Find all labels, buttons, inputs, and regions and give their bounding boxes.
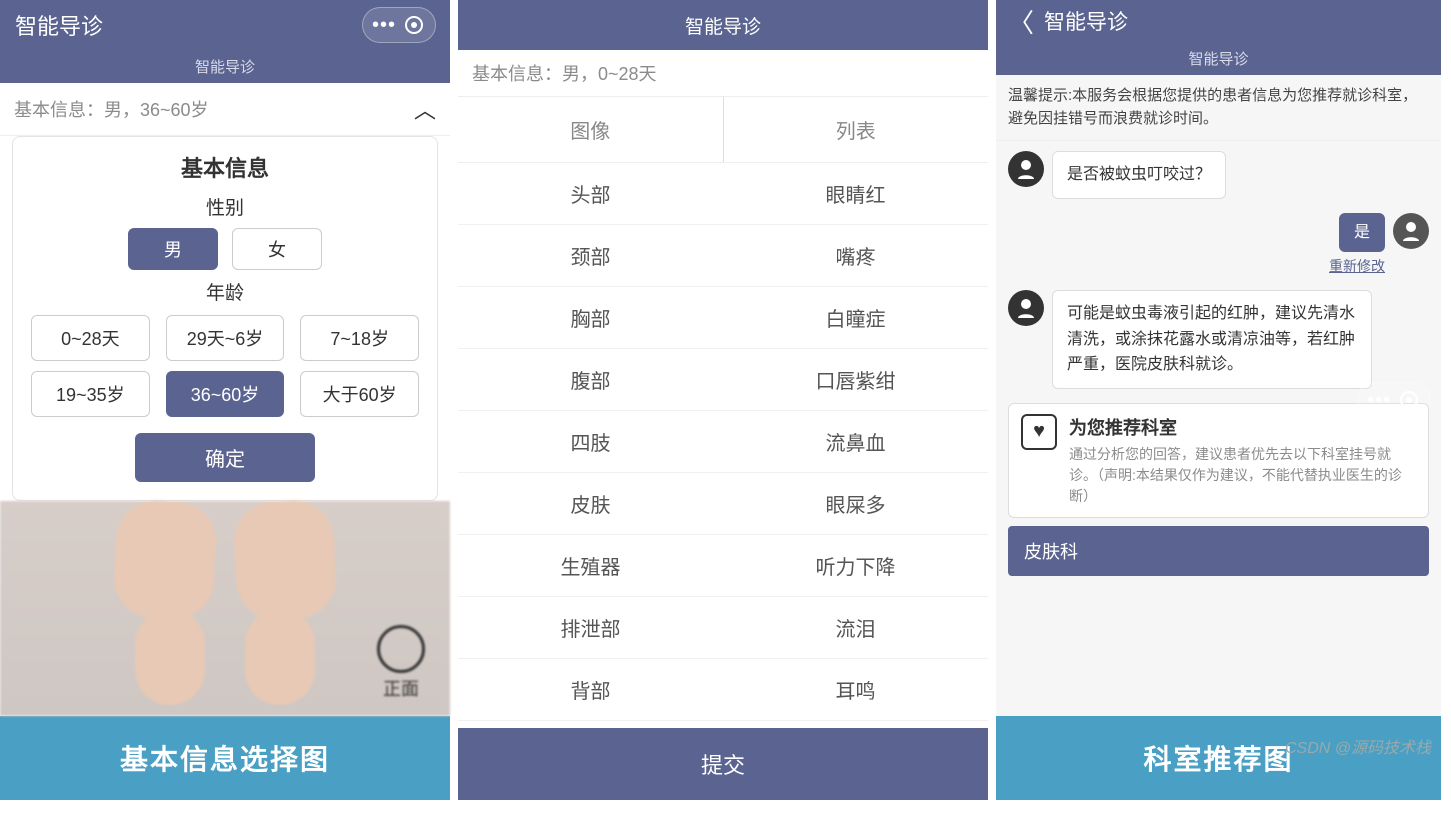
- basic-info-card: 基本信息 性别 男 女 年龄 0~28天 29天~6岁 7~18岁 19~35岁…: [12, 136, 438, 501]
- symptom-item[interactable]: 白瞳症: [723, 287, 988, 349]
- bot-avatar-icon: [1008, 290, 1044, 326]
- recommendation-card: ♥ 为您推荐科室 通过分析您的回答，建议患者优先去以下科室挂号就诊。（声明:本结…: [1008, 403, 1429, 518]
- body-part-item[interactable]: 胸部: [458, 287, 723, 349]
- card-title: 基本信息: [31, 151, 419, 183]
- symptom-item[interactable]: 眼睛红: [723, 163, 988, 225]
- age-option[interactable]: 19~35岁: [31, 371, 150, 417]
- info-bar[interactable]: 基本信息：男，36~60岁 ︿: [0, 83, 450, 136]
- bot-message: 可能是蚊虫毒液引起的红肿，建议先清水清洗，或涂抹花露水或清凉油等，若红肿严重，医…: [1052, 290, 1372, 389]
- page-title: 智能导诊: [458, 12, 988, 39]
- user-avatar-icon: [1393, 213, 1429, 249]
- recommendation-desc: 通过分析您的回答，建议患者优先去以下科室挂号就诊。（声明:本结果仅作为建议，不能…: [1069, 444, 1416, 507]
- body-part-item[interactable]: 腹部: [458, 349, 723, 411]
- watermark: CSDN @源码技术栈: [1285, 734, 1431, 758]
- submit-button[interactable]: 提交: [458, 728, 988, 800]
- body-part-item[interactable]: 四肢: [458, 411, 723, 473]
- chevron-up-icon: ︿: [414, 93, 436, 125]
- footer-caption: 科室推荐图: [996, 716, 1441, 800]
- symptom-item[interactable]: 耳鸣: [723, 659, 988, 721]
- back-icon[interactable]: 〈: [1008, 3, 1034, 40]
- page-title: 智能导诊: [15, 9, 103, 41]
- body-part-item[interactable]: 生殖器: [458, 535, 723, 597]
- target-icon[interactable]: [1394, 387, 1424, 413]
- tab-image[interactable]: 图像: [458, 97, 724, 162]
- info-bar-text: 基本信息：男，0~28天: [472, 60, 657, 86]
- body-part-item[interactable]: 排泄部: [458, 597, 723, 659]
- symptom-item[interactable]: 口唇紫绀: [723, 349, 988, 411]
- subheader: 智能导诊: [0, 50, 450, 83]
- age-option[interactable]: 29天~6岁: [166, 315, 285, 361]
- department-button[interactable]: 皮肤科: [1008, 526, 1429, 576]
- header: 智能导诊: [458, 0, 988, 50]
- body-part-item[interactable]: 耳眼口鼻: [458, 721, 723, 728]
- more-icon[interactable]: •••: [1364, 387, 1394, 413]
- user-message: 是: [1339, 213, 1385, 253]
- chat-area: 是否被蚊虫叮咬过？ 是 重新修改 可能是蚊虫毒液引起的红肿，建议先清水清洗，或涂…: [996, 141, 1441, 716]
- info-bar-text: 基本信息：男，36~60岁: [14, 96, 209, 122]
- symptom-item[interactable]: 流鼻血: [723, 411, 988, 473]
- age-option[interactable]: 0~28天: [31, 315, 150, 361]
- tab-list[interactable]: 列表: [724, 97, 989, 162]
- age-option[interactable]: 36~60岁: [166, 371, 285, 417]
- age-label: 年龄: [31, 278, 419, 305]
- footer-caption: 基本信息选择图: [0, 716, 450, 800]
- age-option[interactable]: 大于60岁: [300, 371, 419, 417]
- body-part-item[interactable]: 背部: [458, 659, 723, 721]
- page-title: 智能导诊: [1044, 6, 1128, 36]
- symptom-item[interactable]: 嘴疼: [723, 225, 988, 287]
- view-tabs: 图像 列表: [458, 97, 988, 163]
- gender-male[interactable]: 男: [128, 228, 218, 270]
- symptom-list[interactable]: 眼睛红嘴疼白瞳症口唇紫绀流鼻血眼屎多听力下降流泪耳鸣口臭耳痛: [723, 163, 988, 728]
- gender-label: 性别: [31, 193, 419, 220]
- body-part-item[interactable]: 皮肤: [458, 473, 723, 535]
- rotate-button[interactable]: 正面: [377, 625, 425, 701]
- tip-text: 温馨提示:本服务会根据您提供的患者信息为您推荐就诊科室，避免因挂错号而浪费就诊时…: [996, 75, 1441, 141]
- body-image[interactable]: 正面: [0, 501, 450, 716]
- bot-message: 是否被蚊虫叮咬过？: [1052, 151, 1226, 199]
- body-part-item[interactable]: 头部: [458, 163, 723, 225]
- body-part-list[interactable]: 头部颈部胸部腹部四肢皮肤生殖器排泄部背部耳眼口鼻上肢: [458, 163, 723, 728]
- more-icon[interactable]: •••: [369, 12, 399, 38]
- symptom-item[interactable]: 口臭: [723, 721, 988, 728]
- symptom-item[interactable]: 眼屎多: [723, 473, 988, 535]
- age-option[interactable]: 7~18岁: [300, 315, 419, 361]
- recommendation-title: 为您推荐科室: [1069, 414, 1416, 440]
- target-icon[interactable]: [399, 12, 429, 38]
- info-bar[interactable]: 基本信息：男，0~28天: [458, 50, 988, 97]
- confirm-button[interactable]: 确定: [135, 433, 315, 482]
- edit-answer-link[interactable]: 重新修改: [1329, 256, 1385, 276]
- bot-avatar-icon: [1008, 151, 1044, 187]
- body-part-item[interactable]: 颈部: [458, 225, 723, 287]
- header: 〈 智能导诊 •••: [996, 0, 1441, 42]
- gender-female[interactable]: 女: [232, 228, 322, 270]
- header: 智能导诊 •••: [0, 0, 450, 50]
- heart-icon: ♥: [1021, 414, 1057, 450]
- subheader: 智能导诊: [996, 42, 1441, 75]
- symptom-item[interactable]: 流泪: [723, 597, 988, 659]
- symptom-item[interactable]: 听力下降: [723, 535, 988, 597]
